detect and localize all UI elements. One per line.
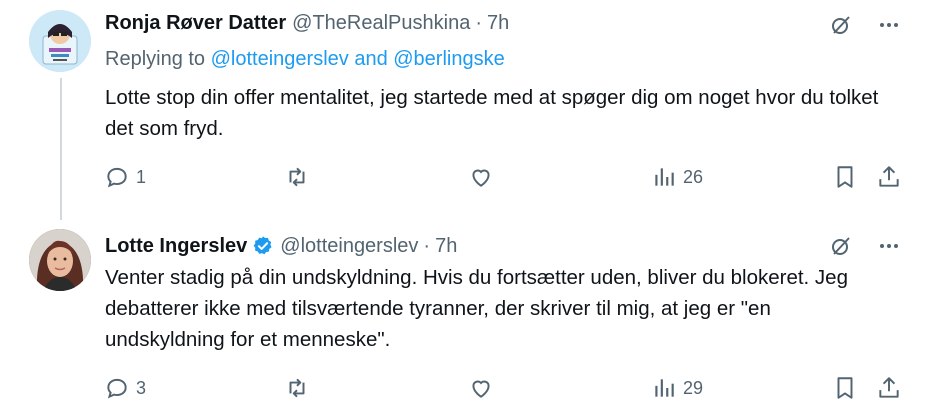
replying-to: Replying to @lotteingerslev and @berling…	[105, 48, 505, 71]
tweet-top-actions	[828, 233, 902, 259]
bookmark-icon	[837, 166, 853, 188]
bookmark-button[interactable]	[832, 375, 858, 401]
verified-badge-icon	[252, 235, 274, 257]
bookmark-button[interactable]	[832, 164, 858, 190]
like-icon	[472, 380, 490, 398]
reply-count: 1	[136, 166, 147, 187]
author-name[interactable]: Ronja Røver Datter	[105, 12, 286, 35]
action-bar: 1 26	[104, 164, 908, 192]
action-bar: 3 29	[104, 375, 908, 403]
view-count: 29	[683, 377, 704, 398]
avatar[interactable]	[29, 10, 91, 72]
tweet-text: Lotte stop din offer mentalitet, jeg sta…	[105, 86, 879, 140]
share-button[interactable]	[876, 375, 902, 401]
reply-icon	[107, 378, 127, 399]
replying-to-mentions[interactable]: @lotteingerslev and @berlingske	[211, 48, 505, 70]
avatar-image	[29, 10, 91, 72]
tweet-text: Venter stadig på din undskyldning. Hvis …	[105, 266, 848, 351]
author-handle[interactable]: @lotteingerslev	[280, 235, 418, 258]
more-icon[interactable]	[876, 12, 902, 38]
avatar[interactable]	[29, 229, 91, 291]
views-button[interactable]: 29	[651, 375, 703, 401]
reply-icon	[107, 167, 127, 188]
view-count: 26	[683, 166, 704, 187]
tweet-header: Lotte Ingerslev @lotteingerslev · 7h	[105, 233, 457, 259]
like-button[interactable]	[468, 375, 500, 401]
grok-icon[interactable]	[828, 233, 854, 259]
separator-dot: ·	[423, 234, 431, 257]
more-icon[interactable]	[876, 233, 902, 259]
share-button[interactable]	[876, 164, 902, 190]
reply-count: 3	[136, 377, 147, 398]
views-button[interactable]: 26	[651, 164, 703, 190]
timestamp[interactable]: 7h	[435, 235, 457, 258]
retweet-button[interactable]	[284, 375, 316, 401]
retweet-icon	[289, 167, 305, 187]
separator-dot: ·	[475, 11, 483, 34]
tweet-top-actions	[828, 12, 902, 38]
like-icon	[472, 169, 490, 187]
replying-to-prefix: Replying to	[105, 48, 211, 70]
retweet-icon	[289, 378, 305, 398]
reply-button[interactable]: 1	[104, 164, 146, 190]
tweet-reply-1[interactable]: Ronja Røver Datter @TheRealPushkina · 7h…	[0, 0, 928, 215]
author-handle[interactable]: @TheRealPushkina	[292, 12, 470, 35]
share-icon	[879, 166, 899, 187]
tweet-header: Ronja Røver Datter @TheRealPushkina · 7h	[105, 10, 509, 36]
views-icon	[655, 379, 674, 397]
author-name[interactable]: Lotte Ingerslev	[105, 235, 247, 258]
views-icon	[655, 168, 674, 186]
bookmark-icon	[837, 377, 853, 399]
avatar-image	[29, 229, 91, 291]
like-button[interactable]	[468, 164, 500, 190]
tweet-reply-2[interactable]: Lotte Ingerslev @lotteingerslev · 7h Ven…	[0, 215, 928, 413]
reply-button[interactable]: 3	[104, 375, 146, 401]
grok-icon[interactable]	[828, 12, 854, 38]
timestamp[interactable]: 7h	[487, 12, 509, 35]
share-icon	[879, 377, 899, 398]
retweet-button[interactable]	[284, 164, 316, 190]
